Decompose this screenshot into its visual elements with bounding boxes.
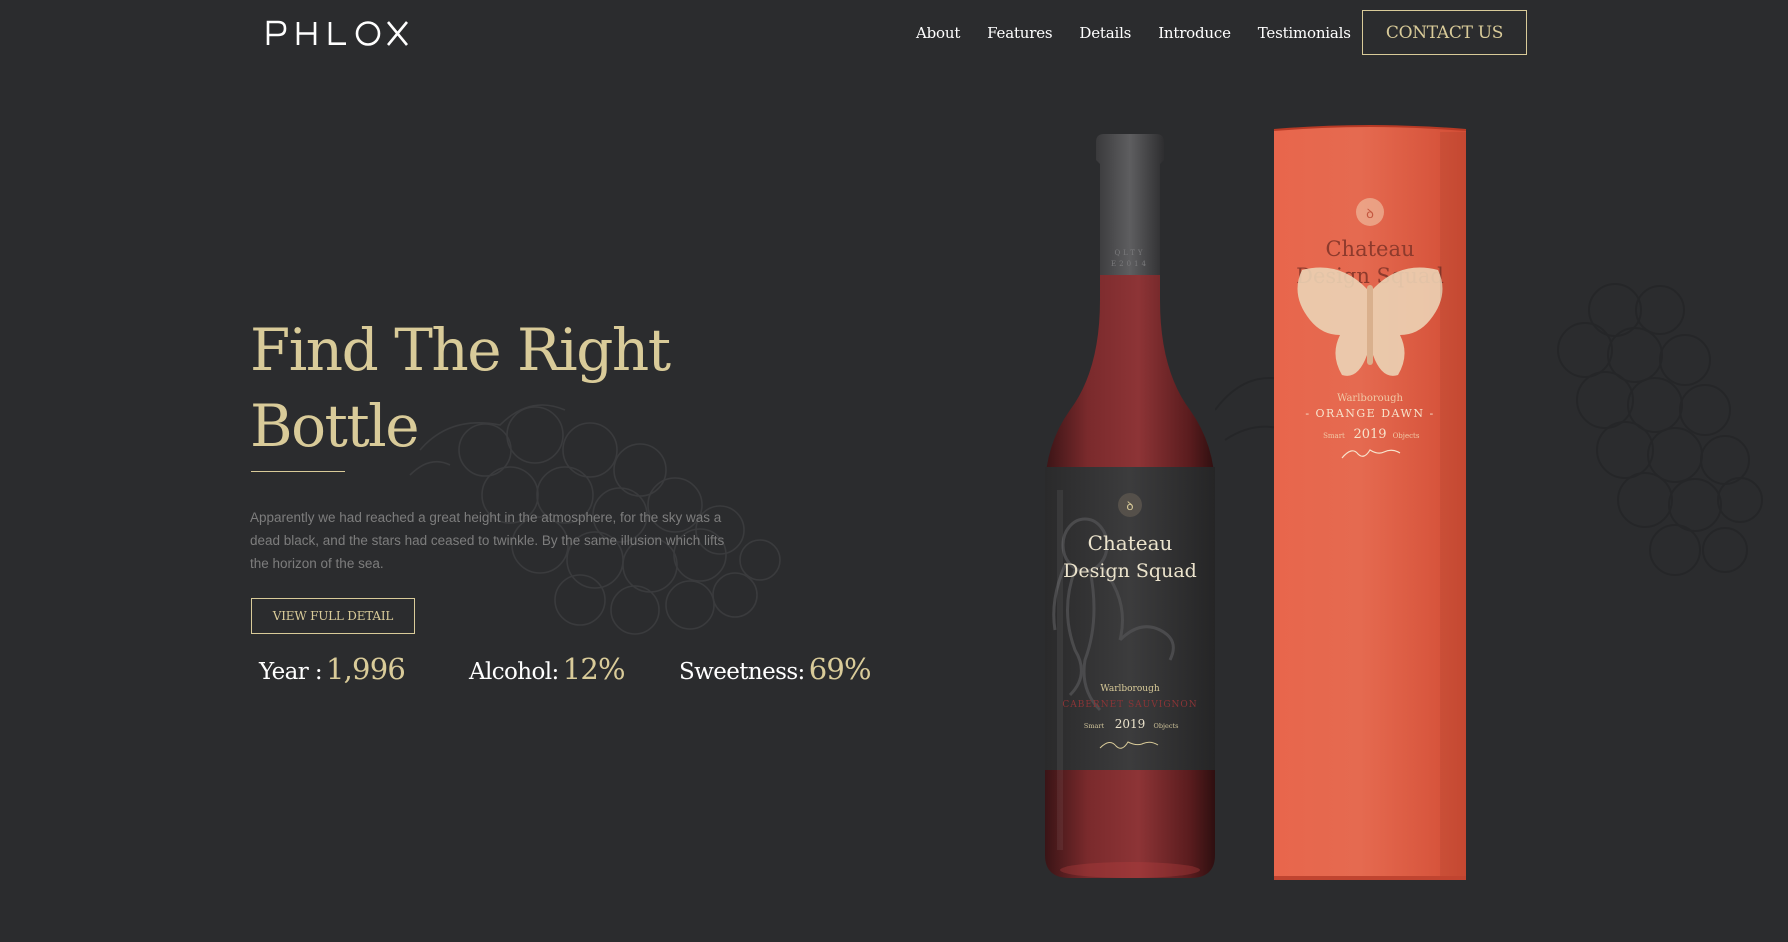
stat-alcohol-label: Alcohol: (469, 659, 559, 685)
stat-year-value: 1,996 (325, 652, 406, 686)
contact-us-button[interactable]: CONTACT US (1362, 10, 1527, 55)
nav-features[interactable]: Features (987, 22, 1052, 44)
stat-sweetness: Sweetness: 69% (679, 652, 872, 686)
bottle-brand-line-1: Chateau (1088, 531, 1173, 555)
stat-year: Year : 1,996 (259, 652, 406, 686)
stat-sweetness-value: 69% (808, 652, 872, 686)
box-brand-line-1: Chateau (1325, 237, 1414, 261)
bottle-year: 2019 (1115, 717, 1146, 731)
view-full-detail-button[interactable]: VIEW FULL DETAIL (251, 598, 415, 634)
hero-title-line-2: Bottle (250, 392, 420, 460)
neck-text-1: QLTY (1114, 249, 1145, 257)
hero-title-line-1: Find The Right (250, 316, 671, 384)
nav-introduce[interactable]: Introduce (1158, 22, 1231, 44)
svg-text:ꝺ: ꝺ (1126, 499, 1133, 513)
phlox-logo-icon (266, 20, 409, 46)
hero-description: Apparently we had reached a great height… (250, 510, 725, 571)
nav-details[interactable]: Details (1079, 22, 1131, 44)
stat-sweetness-label: Sweetness: (679, 659, 805, 685)
bottle-region: Warlborough (1100, 684, 1159, 694)
main-nav: About Features Details Introduce Testimo… (916, 22, 1378, 44)
stat-alcohol-value: 12% (562, 652, 626, 686)
bottle-brand-line-2: Design Squad (1063, 560, 1197, 582)
stat-year-label: Year : (259, 659, 323, 685)
hero-title: Find The Right Bottle (250, 312, 770, 464)
bottle-variety: CABERNET SAUVIGNON (1062, 700, 1197, 710)
title-divider (251, 471, 345, 472)
bottle-left-word: Smart (1084, 722, 1105, 730)
svg-text:ꝺ: ꝺ (1366, 207, 1374, 222)
box-variety: - ORANGE DAWN - (1305, 407, 1434, 420)
box-region: Warlborough (1337, 393, 1403, 404)
wine-bottle-image: QLTY E2014 ꝺ Chateau Design Squad Warlbo… (1045, 134, 1215, 878)
stat-alcohol: Alcohol: 12% (469, 652, 626, 686)
page: About Features Details Introduce Testimo… (0, 0, 1788, 942)
box-right-word: Objects (1393, 432, 1420, 440)
nav-about[interactable]: About (916, 22, 960, 44)
gift-box-image: ꝺ Chateau Design Squad Warlborough - ORA… (1273, 125, 1467, 880)
neck-text-2: E2014 (1111, 260, 1149, 268)
logo[interactable] (266, 16, 410, 50)
box-year: 2019 (1353, 427, 1386, 442)
nav-testimonials[interactable]: Testimonials (1258, 22, 1351, 44)
box-left-word: Smart (1323, 432, 1345, 440)
bottle-right-word: Objects (1154, 722, 1179, 730)
